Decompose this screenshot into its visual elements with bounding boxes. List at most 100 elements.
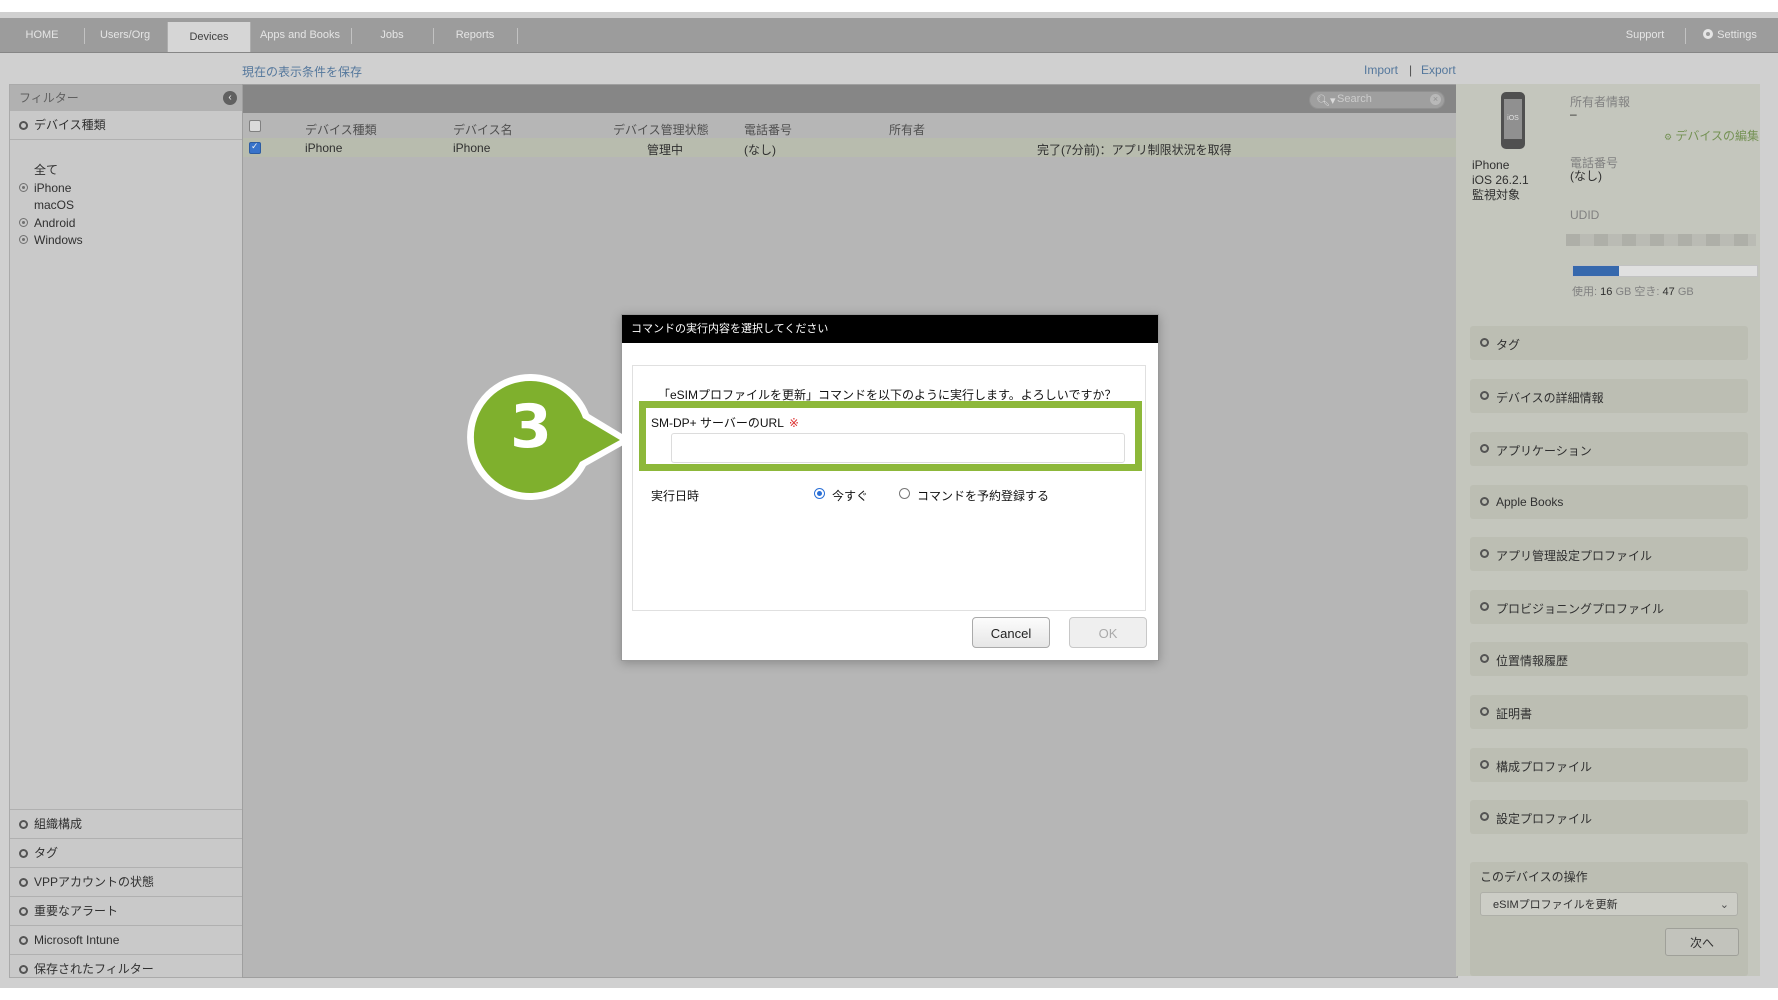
filter-label: iPhone <box>34 181 72 195</box>
radio-schedule[interactable] <box>899 488 910 499</box>
storage-text: 使用: 16 GB 空き: 47 GB <box>1572 283 1694 299</box>
expand-icon <box>1480 549 1489 558</box>
tab-users-org[interactable]: Users/Org <box>85 18 165 52</box>
sidebar-section-tag[interactable]: タグ <box>10 838 243 867</box>
filter-all[interactable]: 全て <box>34 162 58 179</box>
section-certificates[interactable]: 証明書 <box>1470 695 1748 729</box>
owner-value: – <box>1570 107 1577 121</box>
device-os: iOS 26.2.1 <box>1472 173 1529 187</box>
cell-phone: (なし) <box>744 143 776 157</box>
import-link[interactable]: Import <box>1364 63 1398 77</box>
target-icon <box>19 235 28 244</box>
column-device-name[interactable]: デバイス名 <box>453 121 513 138</box>
sidebar-section-org[interactable]: 組織構成 <box>10 809 243 838</box>
edit-device-link[interactable]: ⚙ デバイスの編集 <box>1664 127 1759 144</box>
search-input[interactable]: 🔍︎▾ Search × <box>1309 91 1445 109</box>
list-toolbar: 🔍︎▾ Search × <box>243 85 1457 113</box>
row-checkbox[interactable] <box>249 141 261 154</box>
used-value: 16 <box>1600 286 1613 298</box>
save-filter-link[interactable]: 現在の表示条件を保存 <box>242 63 362 80</box>
section-label: デバイスの詳細情報 <box>1496 391 1604 405</box>
settings-label: Settings <box>1717 29 1757 41</box>
operation-selected-value: eSIMプロファイルを更新 <box>1493 899 1618 911</box>
select-all-checkbox[interactable] <box>249 120 261 132</box>
section-settings-profiles[interactable]: 設定プロファイル <box>1470 800 1748 834</box>
next-button[interactable]: 次へ <box>1665 928 1739 956</box>
filter-iphone[interactable]: iPhone <box>19 180 71 197</box>
column-device-type[interactable]: デバイス種類 <box>305 121 377 138</box>
section-apple-books[interactable]: Apple Books <box>1470 485 1748 519</box>
expand-icon <box>19 907 28 916</box>
target-icon <box>19 218 28 227</box>
iphone-icon: iOS <box>1501 92 1525 149</box>
tab-reports[interactable]: Reports <box>434 18 516 52</box>
execution-time-label: 実行日時 <box>651 489 700 503</box>
expand-icon <box>19 121 28 130</box>
tab-jobs[interactable]: Jobs <box>352 18 432 52</box>
tab-apps-and-books[interactable]: Apps and Books <box>251 18 349 52</box>
sidebar-section-intune[interactable]: Microsoft Intune <box>10 925 243 954</box>
expand-icon <box>1480 707 1489 716</box>
cancel-button[interactable]: Cancel <box>972 617 1050 648</box>
section-tags[interactable]: タグ <box>1470 326 1748 360</box>
sidebar-section-saved-filters[interactable]: 保存されたフィルター <box>10 954 243 983</box>
chevron-down-icon: ⌄ <box>1719 899 1729 911</box>
section-label: VPPアカウントの状態 <box>34 875 155 889</box>
filter-label: Windows <box>34 233 83 247</box>
tab-devices[interactable]: Devices <box>167 22 251 52</box>
gear-icon <box>1703 29 1714 39</box>
column-owner[interactable]: 所有者 <box>889 121 925 138</box>
section-label: 設定プロファイル <box>1496 812 1593 826</box>
table-row[interactable] <box>243 138 1457 157</box>
filter-android[interactable]: Android <box>19 215 75 232</box>
cell-device-type: iPhone <box>305 141 343 155</box>
owner-label: 所有者情報 <box>1570 95 1631 109</box>
support-link[interactable]: Support <box>1610 18 1680 52</box>
sidebar-section-vpp[interactable]: VPPアカウントの状態 <box>10 867 243 896</box>
top-nav: HOME Users/Org Devices Apps and Books Jo… <box>0 18 1778 53</box>
section-device-details[interactable]: デバイスの詳細情報 <box>1470 379 1748 413</box>
settings-link[interactable]: Settings <box>1690 18 1770 52</box>
section-location-history[interactable]: 位置情報履歴 <box>1470 642 1748 676</box>
section-provisioning-profiles[interactable]: プロビジョニングプロファイル <box>1470 590 1748 624</box>
clear-icon[interactable]: × <box>1430 94 1441 105</box>
used-label: 使用: <box>1572 286 1598 298</box>
sidebar-bottom-sections: 組織構成 タグ VPPアカウントの状態 重要なアラート Microsoft In… <box>10 809 243 983</box>
used-unit: GB <box>1615 286 1632 298</box>
column-phone[interactable]: 電話番号 <box>744 121 792 138</box>
column-management-status[interactable]: デバイス管理状態 <box>613 121 709 138</box>
section-config-profiles[interactable]: 構成プロファイル <box>1470 748 1748 782</box>
target-icon <box>19 183 28 192</box>
ok-button[interactable]: OK <box>1069 617 1147 648</box>
command-dialog: コマンドの実行内容を選択してください 「eSIMプロファイルを更新」コマンドを以… <box>621 314 1159 661</box>
tab-home[interactable]: HOME <box>0 18 84 52</box>
device-detail-panel: iOS iPhone iOS 26.2.1 監視対象 所有者情報 – ⚙ デバイ… <box>1456 84 1760 976</box>
filter-windows[interactable]: Windows <box>19 232 83 249</box>
expand-icon <box>1480 444 1489 453</box>
collapse-left-icon[interactable]: ‹ <box>223 91 237 105</box>
storage-used-fill <box>1573 266 1619 276</box>
section-label: デバイス種類 <box>34 118 106 132</box>
filter-label: Android <box>34 216 76 230</box>
operation-select[interactable]: eSIMプロファイルを更新 ⌄ <box>1480 892 1738 916</box>
filter-macos[interactable]: macOS <box>34 197 74 214</box>
smdp-url-input[interactable] <box>671 433 1125 463</box>
gear-icon: ⚙ <box>1664 132 1673 142</box>
export-link[interactable]: Export <box>1421 63 1456 77</box>
sidebar-header: フィルター ‹ <box>10 85 243 111</box>
sidebar-section-device-type[interactable]: デバイス種類 <box>10 111 243 140</box>
radio-now[interactable] <box>814 488 825 499</box>
free-unit: GB <box>1677 286 1694 298</box>
section-app-config-profiles[interactable]: アプリ管理設定プロファイル <box>1470 537 1748 571</box>
expand-icon <box>1480 812 1489 821</box>
expand-icon <box>1480 391 1489 400</box>
step-badge: 3 <box>464 370 632 504</box>
device-operation-box: このデバイスの操作 eSIMプロファイルを更新 ⌄ 次へ <box>1470 862 1748 976</box>
expand-icon <box>19 820 28 829</box>
radio-now-label[interactable]: 今すぐ <box>832 487 868 504</box>
section-applications[interactable]: アプリケーション <box>1470 432 1748 466</box>
radio-schedule-label[interactable]: コマンドを予約登録する <box>917 487 1049 504</box>
expand-icon <box>19 849 28 858</box>
sidebar-section-alerts[interactable]: 重要なアラート <box>10 896 243 925</box>
nav-divider <box>1685 28 1686 44</box>
